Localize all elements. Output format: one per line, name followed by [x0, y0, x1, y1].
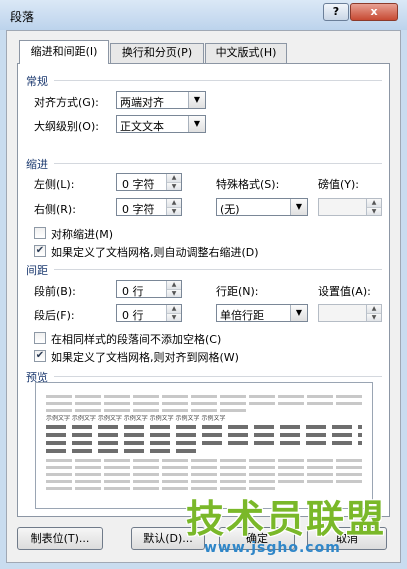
paragraph-preview: 示例文字 示例文字 示例文字 示例文字 示例文字 示例文字 示例文字: [35, 382, 373, 509]
preview-line: [46, 395, 362, 398]
separator: [54, 376, 382, 377]
indent-left-label: 左侧(L):: [34, 178, 75, 191]
separator: [54, 80, 382, 81]
preview-line: [46, 402, 362, 405]
indent-right-label: 右侧(R):: [34, 203, 76, 216]
chevron-down-icon[interactable]: ▼: [290, 305, 307, 321]
spacing-at-input[interactable]: ▲ ▼: [318, 304, 382, 322]
preview-line: [46, 441, 362, 445]
special-indent-label: 特殊格式(S):: [216, 178, 280, 191]
tab-asian-typography[interactable]: 中文版式(H): [205, 43, 287, 63]
cancel-button[interactable]: 取消: [307, 527, 387, 550]
spacing-after-value: 0 行: [122, 309, 144, 322]
title-bar: 段落 ? x: [0, 0, 407, 30]
preview-line: [46, 459, 362, 462]
spacing-after-label: 段后(F):: [34, 309, 75, 322]
outline-level-value: 正文文本: [120, 120, 164, 133]
chevron-down-icon[interactable]: ▼: [188, 116, 205, 132]
indent-left-input[interactable]: 0 字符 ▲ ▼: [116, 173, 182, 191]
spacing-before-value: 0 行: [122, 285, 144, 298]
separator: [54, 269, 382, 270]
alignment-label: 对齐方式(G):: [34, 96, 99, 109]
tab-line-page-breaks[interactable]: 换行和分页(P): [110, 43, 204, 63]
spin-up-icon[interactable]: ▲: [167, 174, 181, 182]
preview-line: [46, 409, 246, 412]
line-spacing-select[interactable]: 单倍行距 ▼: [216, 304, 308, 322]
alignment-select[interactable]: 两端对齐 ▼: [116, 91, 206, 109]
chevron-down-icon[interactable]: ▼: [188, 92, 205, 108]
spin-up-icon[interactable]: ▲: [167, 199, 181, 207]
snap-to-grid-label: 如果定义了文档网格,则对齐到网格(W): [51, 351, 239, 364]
preview-line: [46, 487, 276, 490]
separator: [54, 163, 382, 164]
preview-line: [46, 449, 196, 453]
spin-up-icon[interactable]: ▲: [167, 281, 181, 289]
chevron-down-icon[interactable]: ▼: [290, 199, 307, 215]
help-button[interactable]: ?: [323, 3, 349, 21]
group-general-title: 常规: [26, 75, 48, 88]
close-button[interactable]: x: [350, 3, 398, 21]
spin-down-icon[interactable]: ▼: [167, 313, 181, 321]
preview-line: [46, 473, 362, 476]
preview-line: [46, 425, 362, 429]
outline-level-label: 大纲级别(O):: [34, 120, 99, 133]
mirror-indent-label: 对称缩进(M): [51, 228, 114, 241]
spin-down-icon[interactable]: ▼: [167, 207, 181, 215]
spin-down-icon[interactable]: ▼: [167, 182, 181, 190]
spacing-after-input[interactable]: 0 行 ▲ ▼: [116, 304, 182, 322]
alignment-value: 两端对齐: [120, 96, 164, 109]
line-spacing-label: 行距(N):: [216, 285, 259, 298]
spin-down-icon[interactable]: ▼: [367, 313, 381, 321]
spin-up-icon[interactable]: ▲: [367, 305, 381, 313]
spacing-before-label: 段前(B):: [34, 285, 76, 298]
special-indent-value: (无): [220, 203, 240, 216]
spin-down-icon[interactable]: ▼: [167, 289, 181, 297]
indent-right-value: 0 字符: [122, 203, 155, 216]
tab-panel: 常规 对齐方式(G): 两端对齐 ▼ 大纲级别(O): 正文文本 ▼ 缩进 左侧…: [17, 63, 390, 517]
default-button[interactable]: 默认(D)...: [131, 527, 205, 550]
tabs-button[interactable]: 制表位(T)...: [17, 527, 103, 550]
checkbox-box[interactable]: [34, 332, 46, 344]
special-indent-select[interactable]: (无) ▼: [216, 198, 308, 216]
preview-line: [46, 480, 362, 483]
spin-down-icon[interactable]: ▼: [367, 207, 381, 215]
spin-up-icon[interactable]: ▲: [167, 305, 181, 313]
outline-level-select[interactable]: 正文文本 ▼: [116, 115, 206, 133]
group-indent-title: 缩进: [26, 158, 48, 171]
indent-left-value: 0 字符: [122, 178, 155, 191]
no-space-same-style-label: 在相同样式的段落间不添加空格(C): [51, 333, 222, 346]
window-title: 段落: [10, 10, 35, 24]
ok-button[interactable]: 确定: [219, 527, 295, 550]
group-spacing-title: 间距: [26, 264, 48, 277]
indent-by-input[interactable]: ▲ ▼: [318, 198, 382, 216]
indent-by-label: 磅值(Y):: [318, 178, 360, 191]
preview-line: [46, 466, 362, 469]
spin-up-icon[interactable]: ▲: [367, 199, 381, 207]
check-icon[interactable]: ✔: [34, 350, 46, 362]
tab-indent-spacing[interactable]: 缩进和间距(I): [19, 40, 109, 64]
line-spacing-value: 单倍行距: [220, 309, 264, 322]
spacing-at-label: 设置值(A):: [318, 285, 371, 298]
dialog-body: 缩进和间距(I) 换行和分页(P) 中文版式(H) 常规 对齐方式(G): 两端…: [6, 30, 401, 563]
auto-adjust-indent-label: 如果定义了文档网格,则自动调整右缩进(D): [51, 246, 259, 259]
indent-right-input[interactable]: 0 字符 ▲ ▼: [116, 198, 182, 216]
check-icon[interactable]: ✔: [34, 245, 46, 257]
preview-line: [46, 433, 362, 437]
checkbox-box[interactable]: [34, 227, 46, 239]
spacing-before-input[interactable]: 0 行 ▲ ▼: [116, 280, 182, 298]
